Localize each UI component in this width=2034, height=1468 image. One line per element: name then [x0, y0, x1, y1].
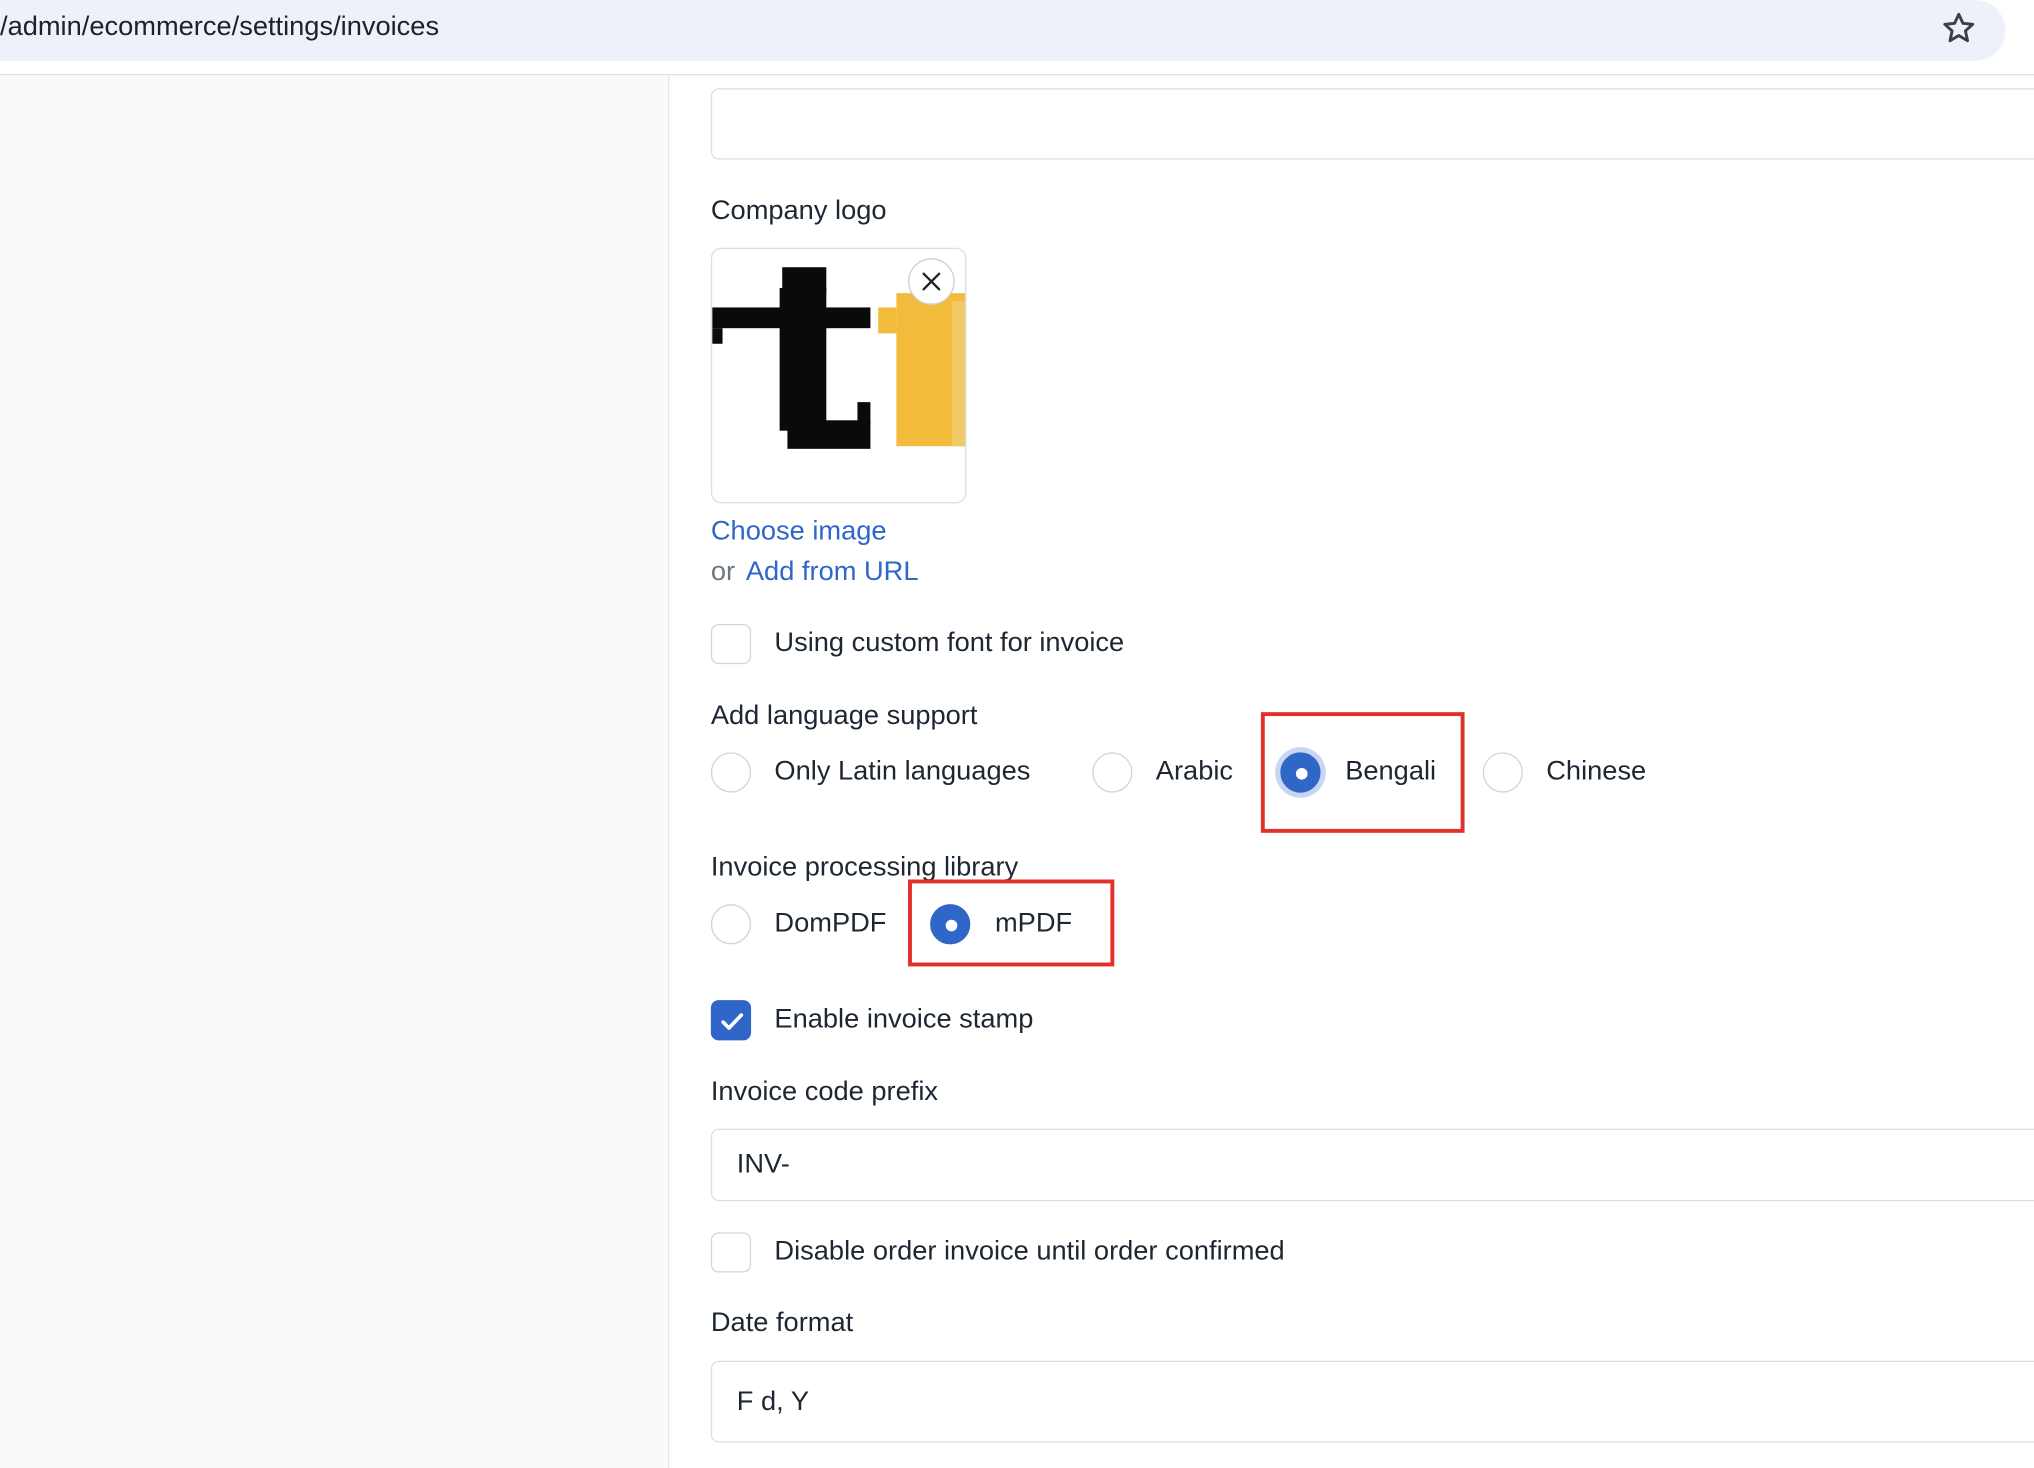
date-format-value: F d, Y	[736, 1386, 809, 1417]
code-prefix-input[interactable]: INV-	[710, 1128, 2034, 1202]
previous-text-field[interactable]	[710, 88, 2034, 160]
star-icon[interactable]	[1939, 9, 1978, 48]
custom-font-label[interactable]: Using custom font for invoice	[774, 628, 1124, 659]
company-logo-label: Company logo	[710, 195, 887, 226]
or-text: or	[710, 556, 736, 587]
radio-chinese[interactable]	[1482, 752, 1523, 793]
code-prefix-label: Invoice code prefix	[710, 1076, 939, 1107]
url-text[interactable]: /admin/ecommerce/settings/invoices	[0, 12, 439, 43]
language-support-label: Add language support	[710, 700, 978, 731]
address-bar[interactable]: /admin/ecommerce/settings/invoices	[0, 0, 2006, 61]
add-from-url-link[interactable]: Add from URL	[746, 556, 919, 587]
radio-only-latin[interactable]	[710, 752, 752, 793]
highlight-box-mpdf	[908, 879, 1115, 967]
remove-logo-button[interactable]	[908, 258, 955, 305]
sidebar	[0, 75, 670, 1468]
custom-font-checkbox[interactable]	[710, 623, 752, 665]
radio-chinese-label[interactable]: Chinese	[1546, 756, 1646, 787]
highlight-box-bengali	[1260, 712, 1465, 833]
radio-dompdf-label[interactable]: DomPDF	[774, 908, 886, 939]
choose-image-link[interactable]: Choose image	[711, 516, 887, 547]
code-prefix-value: INV-	[736, 1149, 790, 1180]
page: /admin/ecommerce/settings/invoices Compa…	[0, 0, 2034, 1468]
date-format-input[interactable]: F d, Y	[710, 1360, 2034, 1443]
radio-dompdf[interactable]	[710, 904, 752, 945]
radio-arabic-label[interactable]: Arabic	[1156, 756, 1233, 787]
invoice-stamp-checkbox[interactable]	[710, 1000, 752, 1041]
checkmark-icon	[721, 1013, 744, 1030]
date-format-label: Date format	[710, 1307, 854, 1338]
invoice-stamp-label[interactable]: Enable invoice stamp	[774, 1004, 1033, 1035]
close-icon	[922, 272, 941, 291]
radio-only-latin-label[interactable]: Only Latin languages	[774, 756, 1030, 787]
radio-arabic[interactable]	[1092, 752, 1133, 793]
disable-invoice-checkbox[interactable]	[710, 1232, 752, 1273]
disable-invoice-label[interactable]: Disable order invoice until order confir…	[774, 1236, 1284, 1267]
